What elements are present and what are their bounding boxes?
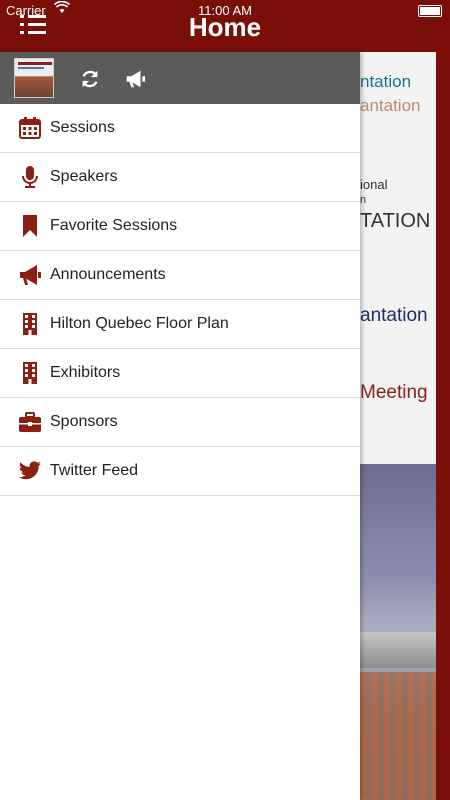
- menu-item-label: Speakers: [50, 168, 118, 185]
- megaphone-icon: [20, 265, 41, 285]
- calendar-icon: [19, 117, 41, 139]
- menu-item-label: Favorite Sessions: [50, 217, 178, 234]
- menu-item-favorite-sessions[interactable]: Favorite Sessions: [0, 202, 360, 251]
- nav-bar: Home: [0, 0, 450, 52]
- menu-item-floor-plan[interactable]: Hilton Quebec Floor Plan: [0, 300, 360, 349]
- refresh-icon[interactable]: [79, 68, 101, 90]
- banner-text: antation: [360, 305, 428, 326]
- menu-item-label: Sponsors: [50, 413, 118, 430]
- twitter-icon: [19, 461, 41, 480]
- megaphone-icon[interactable]: [124, 68, 146, 90]
- page-title: Home: [188, 12, 262, 42]
- banner-text: Meeting: [360, 382, 428, 403]
- banner-text: antation: [360, 96, 421, 115]
- event-thumbnail[interactable]: [14, 58, 54, 98]
- right-edge-strip: [436, 52, 450, 800]
- menu-item-label: Sessions: [50, 119, 115, 136]
- drawer-menu: Sessions Speakers Favorite Sessions Anno…: [0, 104, 360, 496]
- menu-item-announcements[interactable]: Announcements: [0, 251, 360, 300]
- banner-text: ional: [360, 177, 388, 192]
- menu-item-label: Announcements: [50, 266, 166, 283]
- building-icon: [23, 313, 37, 335]
- thumbnail-stripe: [18, 67, 44, 69]
- microphone-icon: [22, 166, 38, 188]
- menu-item-exhibitors[interactable]: Exhibitors: [0, 349, 360, 398]
- menu-item-twitter-feed[interactable]: Twitter Feed: [0, 447, 360, 496]
- banner-text: n: [360, 194, 367, 206]
- banner-text: TATION: [360, 210, 431, 232]
- menu-item-speakers[interactable]: Speakers: [0, 153, 360, 202]
- menu-item-sessions[interactable]: Sessions: [0, 104, 360, 153]
- drawer-header: [0, 52, 360, 104]
- menu-item-label: Exhibitors: [50, 364, 121, 381]
- cityscape-image: [360, 672, 436, 800]
- menu-item-label: Twitter Feed: [50, 462, 139, 479]
- cruise-ship-image: [360, 632, 436, 668]
- building-icon: [23, 362, 37, 384]
- bookmark-icon: [23, 215, 37, 237]
- thumbnail-stripe: [18, 62, 52, 65]
- briefcase-icon: [19, 412, 41, 432]
- side-drawer: Sessions Speakers Favorite Sessions Anno…: [0, 52, 360, 800]
- menu-item-sponsors[interactable]: Sponsors: [0, 398, 360, 447]
- banner-text: ntation: [360, 72, 412, 91]
- menu-item-label: Hilton Quebec Floor Plan: [50, 315, 229, 332]
- home-content: ntation antation ional n TATION antation…: [360, 52, 436, 800]
